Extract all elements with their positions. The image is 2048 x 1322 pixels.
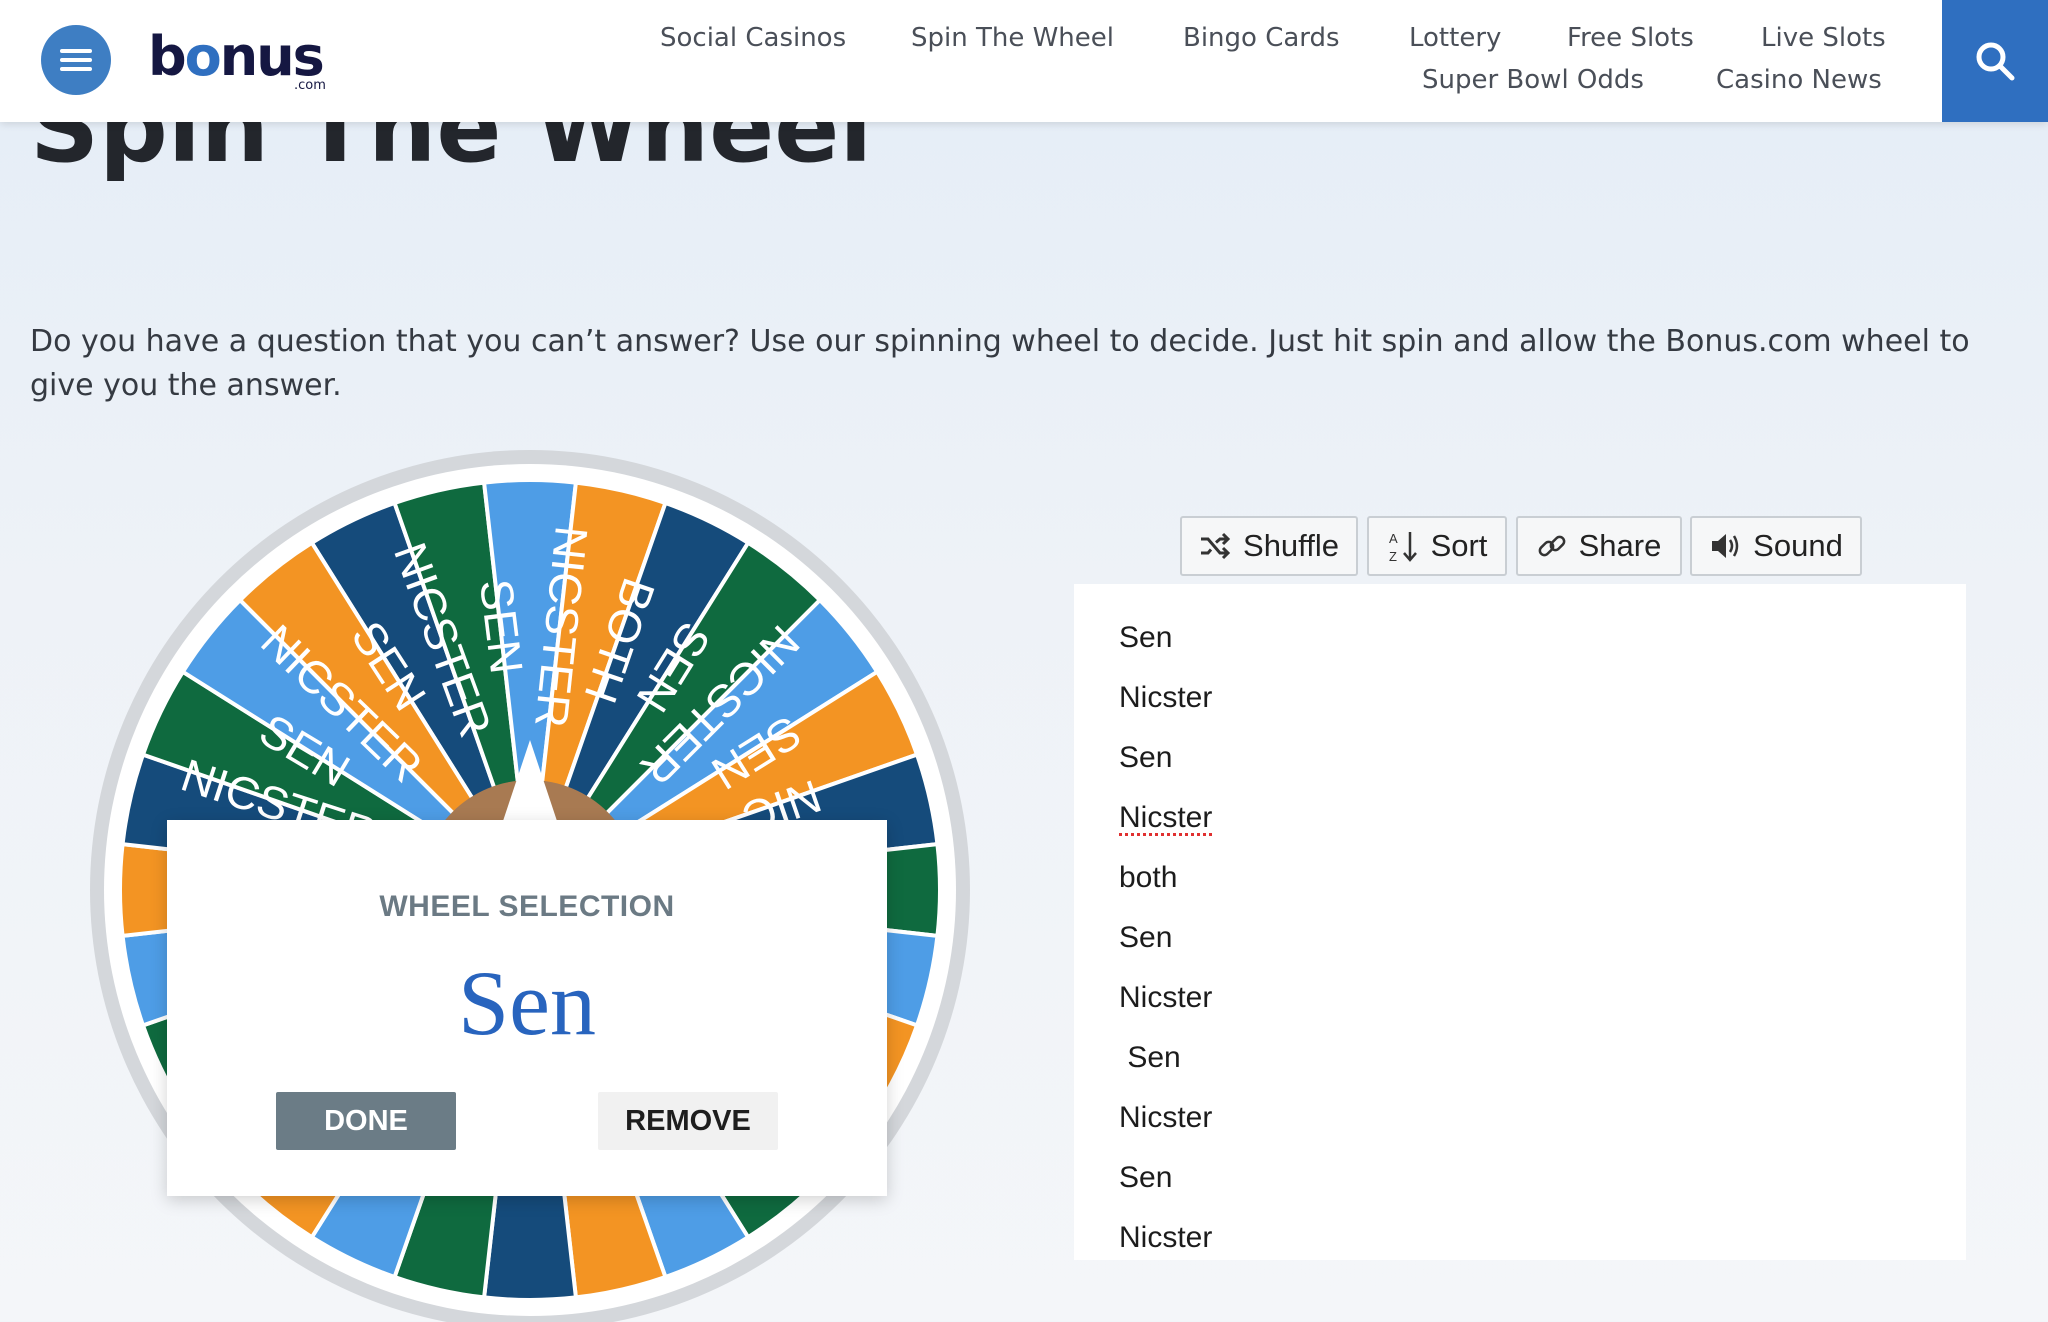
svg-text:Z: Z bbox=[1389, 549, 1397, 563]
list-item: Sen bbox=[1119, 621, 1173, 654]
nav-live-slots[interactable]: Live Slots bbox=[1761, 23, 1886, 53]
list-item: Sen bbox=[1119, 1161, 1173, 1194]
link-icon bbox=[1538, 535, 1565, 557]
list-item: Nicster bbox=[1119, 1221, 1213, 1254]
sort-label: Sort bbox=[1430, 528, 1488, 563]
speaker-icon bbox=[1712, 534, 1739, 558]
nav-social-casinos[interactable]: Social Casinos bbox=[660, 23, 846, 53]
nav-super-bowl-odds[interactable]: Super Bowl Odds bbox=[1422, 65, 1644, 95]
hamburger-menu-button[interactable] bbox=[41, 25, 111, 95]
menu-bar-icon bbox=[60, 67, 92, 71]
nav-free-slots[interactable]: Free Slots bbox=[1567, 23, 1694, 53]
sort-az-icon: A Z bbox=[1389, 531, 1417, 563]
nav-casino-news[interactable]: Casino News bbox=[1716, 65, 1882, 95]
menu-bar-icon bbox=[60, 49, 92, 53]
svg-text:A: A bbox=[1389, 531, 1398, 546]
list-item: Nicster bbox=[1119, 981, 1213, 1014]
share-label: Share bbox=[1578, 528, 1662, 563]
selected-value: Sen bbox=[458, 952, 596, 1054]
search-button[interactable] bbox=[1942, 0, 2048, 122]
search-icon bbox=[1976, 42, 2015, 81]
share-button[interactable]: Share bbox=[1516, 516, 1682, 576]
list-item: Sen bbox=[1119, 1041, 1181, 1074]
shuffle-button[interactable]: Shuffle bbox=[1180, 516, 1358, 576]
shuffle-label: Shuffle bbox=[1243, 528, 1339, 563]
nav-bingo-cards[interactable]: Bingo Cards bbox=[1183, 23, 1340, 53]
sort-button[interactable]: A Z Sort bbox=[1367, 516, 1507, 576]
menu-bar-icon bbox=[60, 58, 92, 62]
list-item: both bbox=[1119, 861, 1178, 894]
list-item: Sen bbox=[1119, 921, 1173, 954]
logo-suffix: .com bbox=[294, 78, 326, 93]
nav-lottery[interactable]: Lottery bbox=[1409, 23, 1501, 53]
list-item: Nicster bbox=[1119, 681, 1213, 714]
list-item: Nicster bbox=[1119, 1101, 1213, 1134]
dialog-title: WHEEL SELECTION bbox=[379, 890, 675, 923]
entries-textarea[interactable]: Sen Nicster Sen Nicster both Sen Nicster… bbox=[1074, 584, 1966, 1260]
done-button[interactable]: DONE bbox=[276, 1092, 456, 1150]
remove-button[interactable]: REMOVE bbox=[598, 1092, 778, 1150]
wheel-selection-dialog: WHEEL SELECTION Sen DONE REMOVE bbox=[167, 820, 887, 1196]
nav-spin-the-wheel[interactable]: Spin The Wheel bbox=[911, 23, 1114, 53]
bonus-logo[interactable]: bonus .com bbox=[148, 26, 328, 96]
site-header: bonus .com Social Casinos Spin The Wheel… bbox=[0, 0, 2048, 122]
sound-button[interactable]: Sound bbox=[1690, 516, 1862, 576]
intro-text: Do you have a question that you can’t an… bbox=[30, 324, 1970, 403]
list-item: Nicster bbox=[1119, 801, 1213, 834]
list-item: Sen bbox=[1119, 741, 1173, 774]
shuffle-icon bbox=[1201, 532, 1231, 560]
sound-label: Sound bbox=[1753, 528, 1843, 563]
